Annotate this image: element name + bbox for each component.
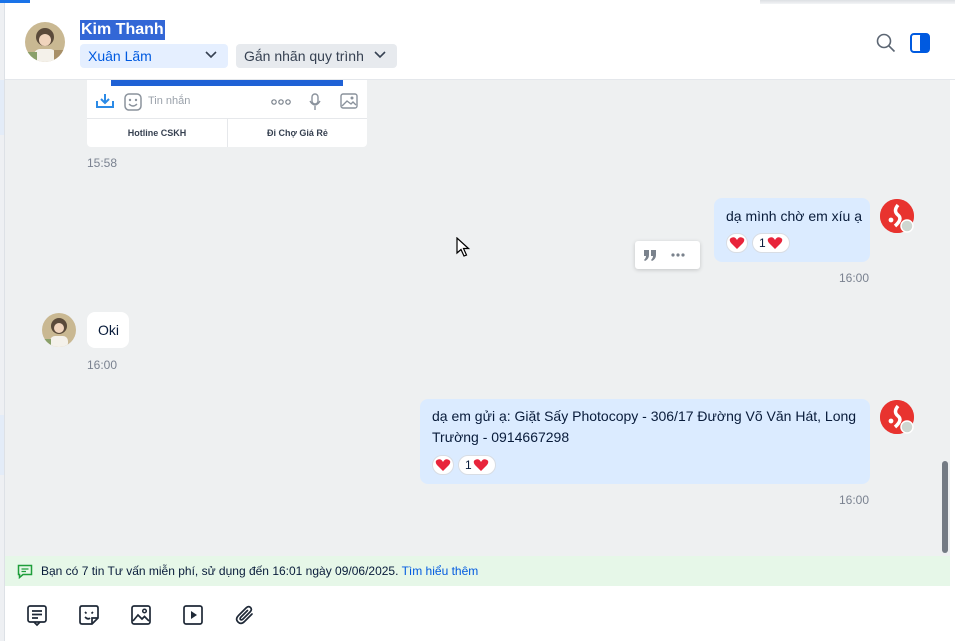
cursor-icon: [456, 237, 470, 257]
message-icon: [17, 564, 33, 579]
quote-icon[interactable]: [643, 248, 657, 262]
message-text: Oki: [98, 322, 119, 338]
microphone-icon: [309, 93, 321, 110]
download-icon: [96, 94, 114, 108]
reaction-count[interactable]: 1: [458, 455, 496, 475]
learn-more-link[interactable]: Tìm hiểu thêm: [402, 564, 479, 578]
outgoing-message[interactable]: dạ em gửi ạ: Giặt Sấy Photocopy - 306/17…: [420, 399, 870, 484]
message-list[interactable]: Tin nhắn Hotline CSKH Đi Chợ Giá Rẻ 15:5…: [5, 80, 950, 556]
outgoing-message[interactable]: dạ mình chờ em xíu ạ 1: [714, 198, 870, 262]
owner-dropdown[interactable]: Xuân Lãm: [80, 44, 228, 68]
tag-dropdown-label: Gắn nhãn quy trình: [244, 48, 364, 64]
notice-text-wrap: Bạn có 7 tin Tư vấn miễn phí, sử dụng đế…: [41, 556, 478, 586]
message-time: 16:00: [87, 358, 118, 372]
contact-avatar[interactable]: [25, 22, 65, 62]
composer-toolbar: [5, 586, 950, 641]
shop-logo-icon: [880, 400, 914, 434]
message-time: 15:58: [87, 156, 118, 170]
search-icon[interactable]: [875, 32, 897, 54]
incoming-message[interactable]: Oki: [87, 312, 129, 348]
video-icon[interactable]: [181, 603, 205, 627]
card-banner: [111, 80, 343, 86]
message-time: 16:00: [839, 271, 870, 285]
message-actions-bar: [635, 241, 700, 269]
oa-preview-card[interactable]: Tin nhắn Hotline CSKH Đi Chợ Giá Rẻ: [87, 80, 367, 147]
heart-icon: [435, 459, 451, 471]
card-placeholder: Tin nhắn: [148, 95, 191, 107]
reaction-count[interactable]: 1: [752, 233, 790, 253]
image-icon: [340, 93, 358, 109]
more-icon: [271, 99, 291, 105]
sticker-icon[interactable]: [77, 603, 101, 627]
owner-dropdown-label: Xuân Lãm: [88, 48, 152, 64]
card-button-market[interactable]: Đi Chợ Giá Rẻ: [227, 119, 367, 147]
heart-icon: [767, 237, 783, 249]
sticker-icon: [124, 93, 142, 111]
image-icon[interactable]: [129, 603, 153, 627]
active-indicator: [0, 0, 30, 3]
reaction-heart-button[interactable]: [432, 455, 454, 475]
quick-message-icon[interactable]: [25, 603, 49, 627]
chat-header: Kim Thanh Xuân Lãm Gắn nhãn quy trình: [5, 4, 955, 80]
sender-avatar[interactable]: [880, 400, 914, 434]
card-buttons: Hotline CSKH Đi Chợ Giá Rẻ: [87, 118, 367, 147]
reaction-count-text: 1: [465, 458, 472, 472]
free-consult-notice: Bạn có 7 tin Tư vấn miễn phí, sử dụng đế…: [5, 556, 950, 586]
message-time: 16:00: [839, 493, 870, 507]
contact-name[interactable]: Kim Thanh: [80, 20, 165, 40]
card-input-row: Tin nhắn: [87, 88, 367, 116]
heart-icon: [473, 459, 489, 471]
message-text: dạ mình chờ em xíu ạ: [726, 208, 863, 224]
message-scrollbar[interactable]: [942, 461, 948, 553]
chevron-down-icon: [205, 51, 217, 59]
more-options-icon[interactable]: [671, 253, 685, 257]
chevron-down-icon: [374, 51, 386, 59]
side-panel-icon[interactable]: [909, 32, 931, 54]
sender-avatar[interactable]: [880, 199, 914, 233]
shop-logo-icon: [880, 199, 914, 233]
contact-avatar-small[interactable]: [42, 313, 76, 347]
attachment-icon[interactable]: [233, 603, 257, 627]
notice-text: Bạn có 7 tin Tư vấn miễn phí, sử dụng đế…: [41, 564, 399, 578]
card-button-hotline[interactable]: Hotline CSKH: [87, 119, 227, 147]
heart-icon: [729, 237, 745, 249]
tag-dropdown[interactable]: Gắn nhãn quy trình: [236, 44, 397, 68]
reaction-count-text: 1: [759, 236, 766, 250]
reaction-heart-button[interactable]: [726, 233, 748, 253]
message-text: dạ em gửi ạ: Giặt Sấy Photocopy - 306/17…: [432, 408, 857, 445]
